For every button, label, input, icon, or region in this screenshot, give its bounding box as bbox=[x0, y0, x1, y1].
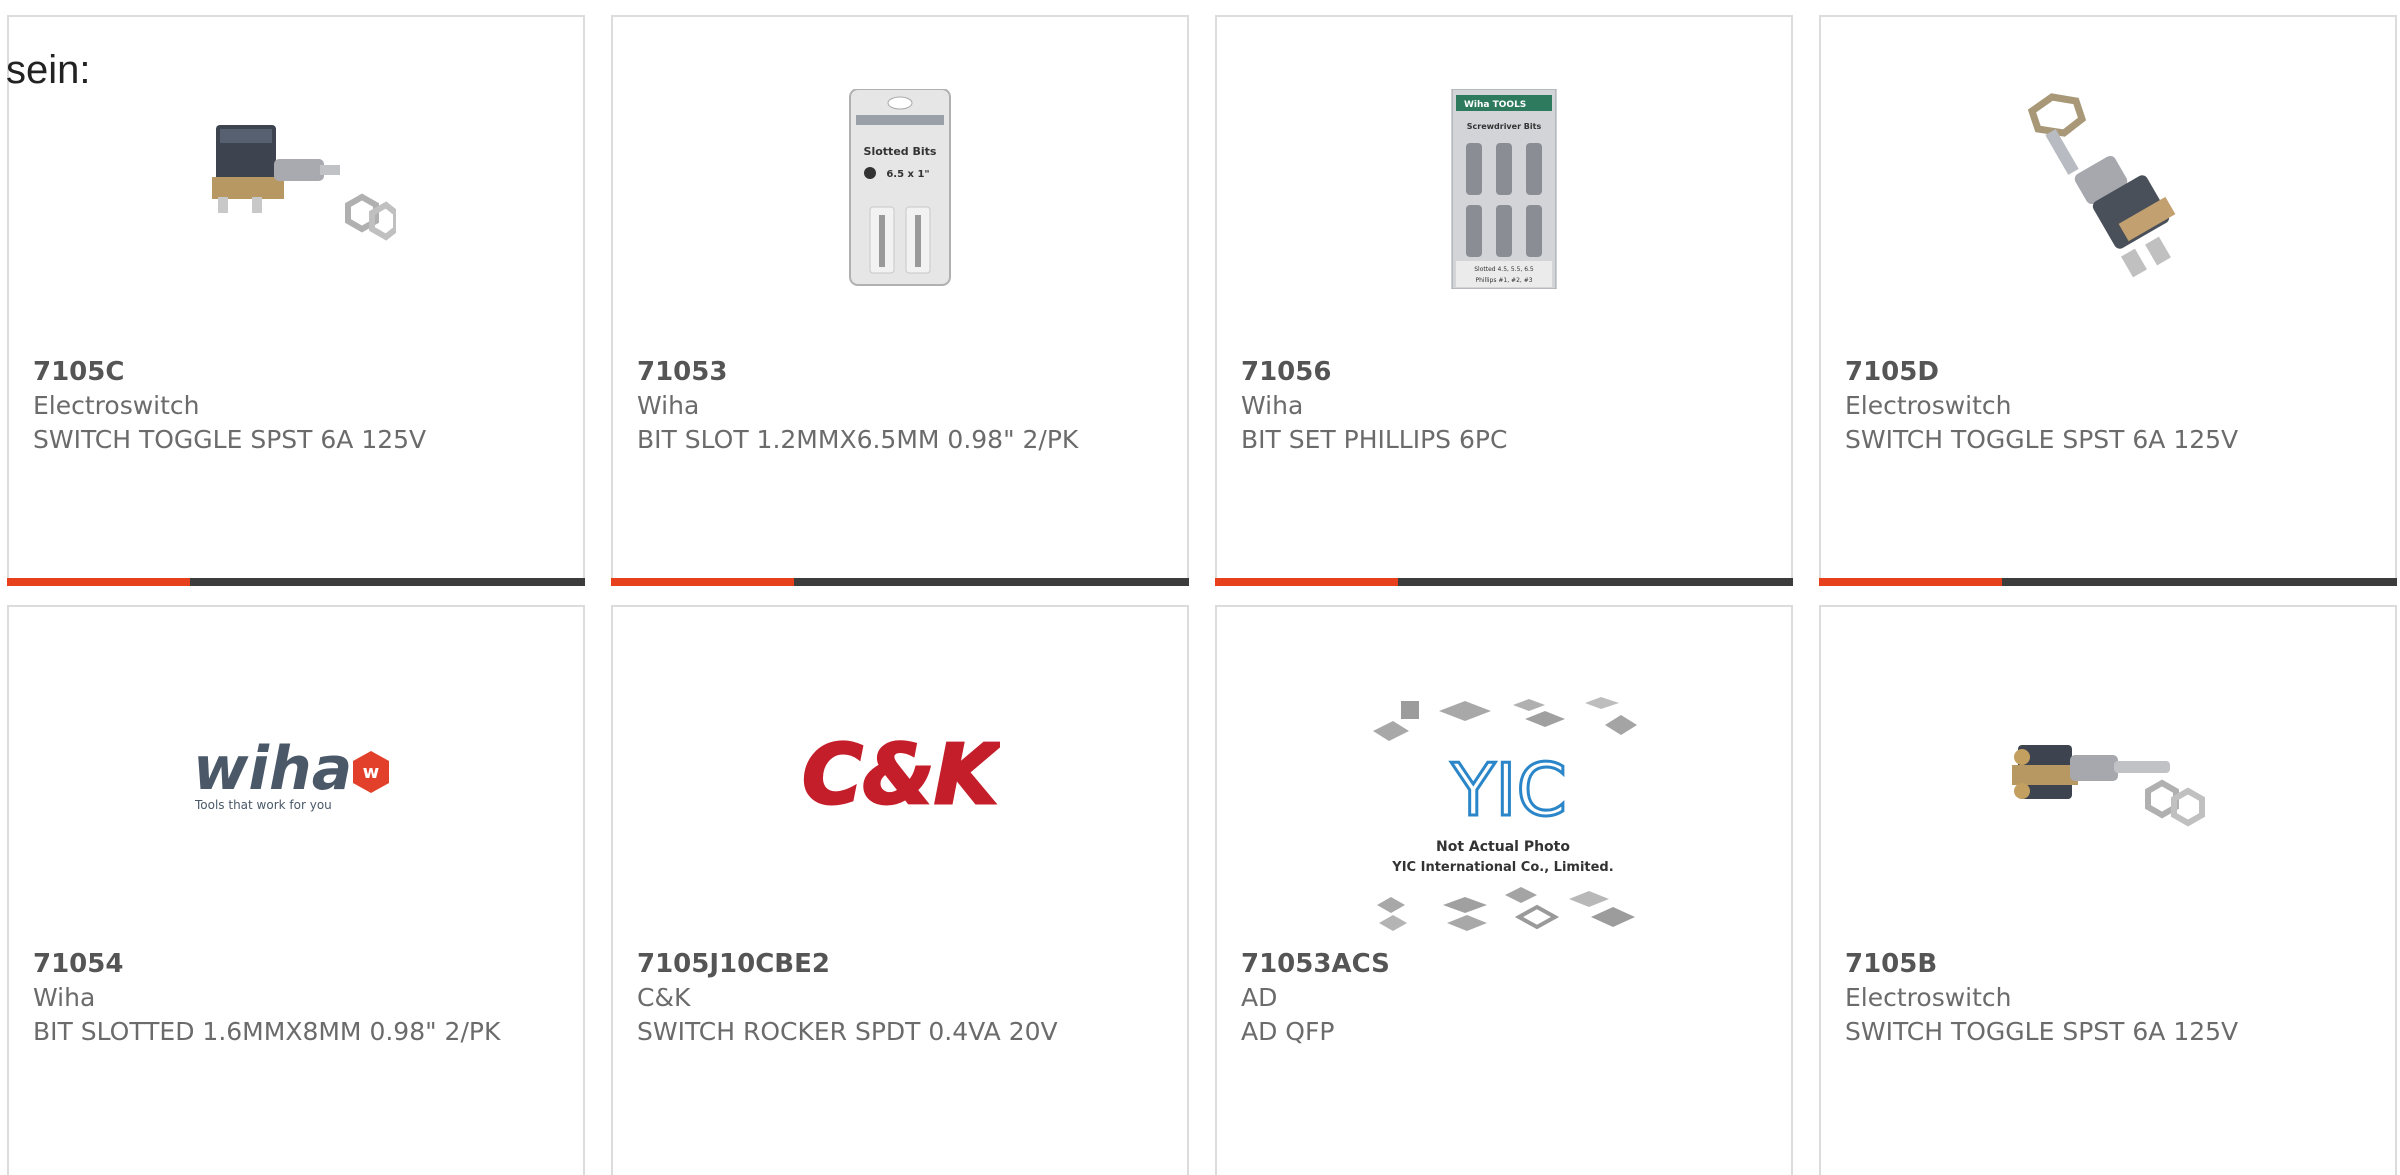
card-bottom-bar bbox=[1819, 578, 2397, 586]
product-image[interactable]: wiha w Tools that work for you bbox=[189, 679, 409, 879]
card-accent-bar bbox=[611, 578, 794, 586]
ck-logo: C&K bbox=[801, 727, 1000, 825]
product-image[interactable]: C&K bbox=[800, 679, 1000, 879]
product-description: AD QFP bbox=[1241, 1017, 1335, 1046]
pack-size-text: 6.5 x 1" bbox=[886, 169, 929, 180]
product-part-number[interactable]: 71053ACS bbox=[1241, 947, 1761, 981]
product-description: BIT SET PHILLIPS 6PC bbox=[1241, 425, 1508, 454]
ck-wordmark: C&K bbox=[802, 728, 1000, 823]
yic-placeholder-image: YIC Not Actual Photo YIC International C… bbox=[1373, 697, 1637, 931]
card-accent-bar bbox=[1215, 578, 1398, 586]
product-description: SWITCH TOGGLE SPST 6A 125V bbox=[33, 425, 427, 454]
card-bottom-bar bbox=[1215, 578, 1793, 586]
wiha-tagline: Tools that work for you bbox=[194, 798, 332, 812]
card-bottom-bar bbox=[7, 578, 585, 586]
product-manufacturer: Electroswitch bbox=[33, 391, 200, 420]
pack-title-text: Screwdriver Bits bbox=[1467, 122, 1542, 131]
product-card[interactable]: wiha w Tools that work for you 71054 Wih… bbox=[7, 605, 585, 1175]
product-card[interactable]: YIC Not Actual Photo YIC International C… bbox=[1215, 605, 1793, 1175]
truncated-heading-fragment: sein: bbox=[6, 48, 91, 92]
pack-label-text: Slotted Bits bbox=[864, 145, 937, 158]
wiha-logo: wiha w Tools that work for you bbox=[193, 734, 389, 812]
slotted-bits-pack-photo: Slotted Bits 6.5 x 1" bbox=[849, 89, 951, 286]
toggle-switch-photo bbox=[2027, 93, 2176, 278]
product-manufacturer: C&K bbox=[637, 983, 691, 1012]
card-accent-bar bbox=[1819, 578, 2002, 586]
svg-text:w: w bbox=[363, 762, 380, 783]
product-description: SWITCH TOGGLE SPST 6A 125V bbox=[1845, 1017, 2239, 1046]
card-bottom-bar bbox=[611, 578, 1189, 586]
product-image[interactable]: Wiha TOOLS Screwdriver Bits Slotted 4.5,… bbox=[1404, 89, 1604, 289]
pack-phillips-text: Phillips #1, #2, #3 bbox=[1475, 277, 1532, 284]
toggle-switch-photo bbox=[212, 125, 396, 241]
product-description: SWITCH TOGGLE SPST 6A 125V bbox=[1845, 425, 2239, 454]
product-image[interactable] bbox=[2008, 673, 2208, 873]
wiha-wordmark: wiha bbox=[193, 734, 352, 804]
product-manufacturer: Electroswitch bbox=[1845, 983, 2012, 1012]
product-grid: 7105C Electroswitch SWITCH TOGGLE SPST 6… bbox=[7, 15, 2400, 1175]
product-description: BIT SLOT 1.2MMX6.5MM 0.98" 2/PK bbox=[637, 425, 1079, 454]
screwdriver-bits-pack-photo: Wiha TOOLS Screwdriver Bits Slotted 4.5,… bbox=[1451, 89, 1557, 289]
product-part-number[interactable]: 71053 bbox=[637, 355, 1157, 389]
product-card[interactable]: 7105B Electroswitch SWITCH TOGGLE SPST 6… bbox=[1819, 605, 2397, 1175]
product-part-number[interactable]: 7105D bbox=[1845, 355, 2365, 389]
product-part-number[interactable]: 71056 bbox=[1241, 355, 1761, 389]
product-card[interactable]: 7105C Electroswitch SWITCH TOGGLE SPST 6… bbox=[7, 15, 585, 586]
product-description: SWITCH ROCKER SPDT 0.4VA 20V bbox=[637, 1017, 1058, 1046]
yic-company-text: YIC International Co., Limited. bbox=[1391, 860, 1613, 875]
yic-logo-text: YIC bbox=[1450, 748, 1567, 832]
product-part-number[interactable]: 7105B bbox=[1845, 947, 2365, 981]
product-part-number[interactable]: 71054 bbox=[33, 947, 553, 981]
product-card[interactable]: 7105D Electroswitch SWITCH TOGGLE SPST 6… bbox=[1819, 15, 2397, 586]
product-image[interactable] bbox=[196, 89, 396, 289]
pack-slotted-text: Slotted 4.5, 5.5, 6.5 bbox=[1474, 266, 1534, 273]
product-image[interactable] bbox=[2008, 89, 2208, 289]
product-card[interactable]: C&K 7105J10CBE2 C&K SWITCH ROCKER SPDT 0… bbox=[611, 605, 1189, 1175]
product-description: BIT SLOTTED 1.6MMX8MM 0.98" 2/PK bbox=[33, 1017, 501, 1046]
product-part-number[interactable]: 7105J10CBE2 bbox=[637, 947, 1157, 981]
product-manufacturer: Wiha bbox=[1241, 391, 1304, 420]
pack-brand-text: Wiha TOOLS bbox=[1464, 100, 1526, 110]
product-image[interactable]: YIC Not Actual Photo YIC International C… bbox=[1369, 695, 1639, 933]
product-card[interactable]: Wiha TOOLS Screwdriver Bits Slotted 4.5,… bbox=[1215, 15, 1793, 586]
product-part-number[interactable]: 7105C bbox=[33, 355, 553, 389]
toggle-switch-photo bbox=[2012, 745, 2205, 827]
product-card[interactable]: Slotted Bits 6.5 x 1" 71053 Wiha BIT SLO… bbox=[611, 15, 1189, 586]
product-manufacturer: Electroswitch bbox=[1845, 391, 2012, 420]
product-manufacturer: Wiha bbox=[33, 983, 96, 1012]
not-actual-photo-text: Not Actual Photo bbox=[1436, 839, 1570, 855]
product-image[interactable]: Slotted Bits 6.5 x 1" bbox=[800, 89, 1000, 289]
product-manufacturer: Wiha bbox=[637, 391, 700, 420]
card-accent-bar bbox=[7, 578, 190, 586]
product-manufacturer: AD bbox=[1241, 983, 1278, 1012]
